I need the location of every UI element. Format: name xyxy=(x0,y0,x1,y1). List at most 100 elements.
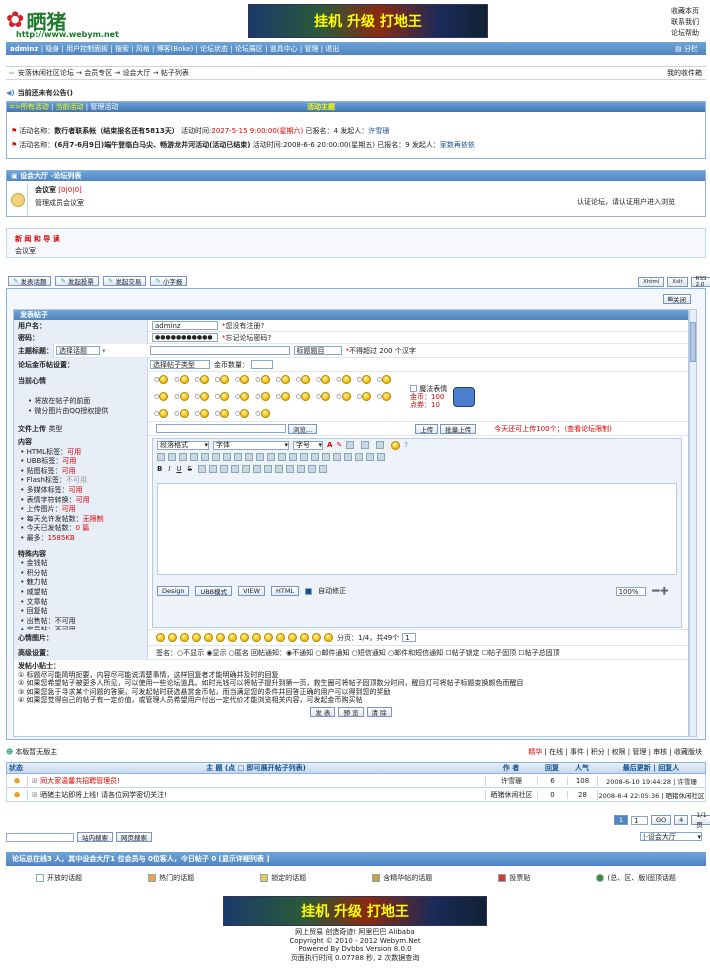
code-icon[interactable] xyxy=(300,453,308,461)
smiley-icon[interactable] xyxy=(324,633,333,642)
new-trade-button[interactable]: ✎ 发起交易 xyxy=(102,276,147,286)
nav-status[interactable]: 论坛状态 xyxy=(200,44,228,54)
mood-option[interactable]: ○ xyxy=(255,375,270,384)
search-input[interactable] xyxy=(6,832,74,842)
mood-option[interactable]: ○ xyxy=(316,392,331,401)
sub-icon[interactable] xyxy=(322,453,330,461)
smiley-icon[interactable] xyxy=(312,633,321,642)
help-link[interactable]: 论坛帮助 xyxy=(671,28,699,39)
forum-link[interactable]: 收藏版块 xyxy=(674,748,702,756)
editor-textarea[interactable] xyxy=(157,483,677,575)
activity-name[interactable]: 数行者联系帐（结束报名还有5813天） xyxy=(54,126,178,136)
activity-creator[interactable]: 许雪珊 xyxy=(368,126,389,136)
forum-link[interactable]: 权限 xyxy=(612,748,626,756)
forum-link[interactable]: 精华 xyxy=(528,748,542,756)
fly-icon[interactable] xyxy=(355,453,363,461)
outdent-icon[interactable] xyxy=(253,465,261,473)
footer-slogan[interactable]: 网上贸易 创造奇迹! 阿里巴巴 Alibaba xyxy=(0,928,710,937)
smiley-icon[interactable] xyxy=(204,633,213,642)
design-mode-button[interactable]: Design xyxy=(157,586,190,596)
face-picker[interactable] xyxy=(156,633,333,642)
shadow-icon[interactable] xyxy=(286,465,294,473)
media-icon[interactable] xyxy=(278,453,286,461)
password-input[interactable]: ●●●●●●●●●●● xyxy=(152,333,218,342)
zoom-select[interactable]: 100% xyxy=(615,586,646,596)
nav-props[interactable]: 道具中心 xyxy=(270,44,298,54)
nav-logout[interactable]: 退出 xyxy=(325,44,339,54)
forum-link[interactable]: 在线 xyxy=(549,748,563,756)
mood-option[interactable]: ○ xyxy=(195,409,209,418)
find-icon[interactable] xyxy=(361,441,370,449)
mood-option[interactable]: ○ xyxy=(377,375,391,384)
xslt-link[interactable]: Xslt xyxy=(667,277,688,287)
preview-button[interactable]: 预 览 xyxy=(338,707,364,717)
nav-gallery[interactable]: 论坛展区 xyxy=(235,44,263,54)
nav-search[interactable]: 搜索 xyxy=(115,44,129,54)
forum-link[interactable]: 审核 xyxy=(653,748,667,756)
mood-option[interactable]: ○ xyxy=(377,392,391,401)
nav-username[interactable]: adminz xyxy=(10,45,39,53)
size-select[interactable]: 字号 ▾ xyxy=(293,440,323,450)
face-page-select[interactable]: 1 xyxy=(402,633,417,642)
marquee-icon[interactable] xyxy=(275,465,283,473)
clear-button[interactable]: 清 除 xyxy=(366,707,392,717)
emoticon-icon[interactable] xyxy=(391,440,401,450)
smiley-icon[interactable] xyxy=(168,633,177,642)
mood-option[interactable]: ○ xyxy=(235,409,250,418)
small-poster-button[interactable]: ✎ 小字报 xyxy=(150,276,188,286)
mood-option[interactable]: ○ xyxy=(276,392,290,401)
mood-option[interactable]: ○ xyxy=(235,392,250,401)
stop-icon[interactable] xyxy=(344,453,352,461)
tab-manage-activities[interactable]: 管理活动 xyxy=(90,102,118,112)
mood-option[interactable]: ○ xyxy=(174,409,189,418)
mood-option[interactable]: ○ xyxy=(154,392,169,401)
online-text[interactable]: 论坛总在线3 人，其中设会大厅1 位会员与 0位客人，今日帖子 0 [显示详细列… xyxy=(12,854,270,864)
smiley-icon[interactable] xyxy=(264,633,273,642)
hr-icon[interactable] xyxy=(289,453,297,461)
forum-link[interactable]: 积分 xyxy=(591,748,605,756)
expand-topics-toggle[interactable]: 主 题 (点 □ 即可展开帖子列表) xyxy=(27,763,485,773)
mood-option[interactable]: ○ xyxy=(316,375,331,384)
mood-option[interactable]: ○ xyxy=(357,375,371,384)
breadcrumb-text[interactable]: 安落休闲社区论坛 → 会员专区 → 设会大厅 → 帖子列表 xyxy=(18,68,189,78)
resize-icon[interactable]: ➖➕ xyxy=(652,587,669,595)
mood-option[interactable]: ○ xyxy=(255,392,270,401)
activity-name[interactable]: (6月7-6月9日)端午登临白马尖、畅游龙井河活动(活动已结束) xyxy=(54,140,250,150)
nav-style[interactable]: 风格 xyxy=(136,44,150,54)
mood-option[interactable]: ○ xyxy=(296,392,310,401)
nav-control-panel[interactable]: 用户控制面板 xyxy=(66,44,108,54)
magic-face-icon[interactable] xyxy=(453,386,476,407)
mood-option[interactable]: ○ xyxy=(336,392,351,401)
xhtml-link[interactable]: Xhtml xyxy=(638,277,665,287)
bookmark-link[interactable]: 收藏本页 xyxy=(671,6,699,17)
sup-icon[interactable] xyxy=(333,453,341,461)
smiley-icon[interactable] xyxy=(252,633,261,642)
batch-upload-button[interactable]: 批量上传 xyxy=(440,423,477,434)
upload-button[interactable]: 上传 xyxy=(415,423,439,434)
cut-icon[interactable] xyxy=(168,453,176,461)
rss-link[interactable]: RSS 2.0 xyxy=(690,276,710,288)
forum-link[interactable]: 事件 xyxy=(570,748,584,756)
underline-icon[interactable]: U xyxy=(176,465,181,473)
mood-option[interactable]: ○ xyxy=(296,375,310,384)
indent-icon[interactable] xyxy=(264,465,272,473)
table-row[interactable]: ⬢ ⊞ 同大家温馨共招聘管理员! 许雪珊 6 108 2008-6-10 19:44:28… xyxy=(6,774,706,788)
forgot-password-link[interactable]: 忘记论坛密码? xyxy=(226,333,272,343)
format-select[interactable]: 段落格式 ▾ xyxy=(157,440,209,450)
move-icon[interactable] xyxy=(366,453,374,461)
tab-all-activities[interactable]: 所有活动 xyxy=(21,102,49,112)
forum-jump-select[interactable]: |-设会大厅 ▾ xyxy=(640,832,702,841)
mood-option[interactable]: ○ xyxy=(154,409,169,418)
highlight-icon[interactable]: ✎ xyxy=(336,441,342,449)
align-right-icon[interactable] xyxy=(220,465,228,473)
logo-url[interactable]: http://www.webym.net xyxy=(16,30,119,39)
mood-option[interactable]: ○ xyxy=(215,375,229,384)
smiley-icon[interactable] xyxy=(156,633,165,642)
smiley-icon[interactable] xyxy=(240,633,249,642)
site-search-button[interactable]: 站内搜索 xyxy=(77,832,113,842)
split-view-button[interactable]: ▤ 分栏 xyxy=(675,44,698,54)
music-icon[interactable] xyxy=(297,465,305,473)
smiley-icon[interactable] xyxy=(192,633,201,642)
mood-option[interactable]: ○ xyxy=(276,375,290,384)
nav-blog[interactable]: 博客(Boke) xyxy=(157,44,194,54)
